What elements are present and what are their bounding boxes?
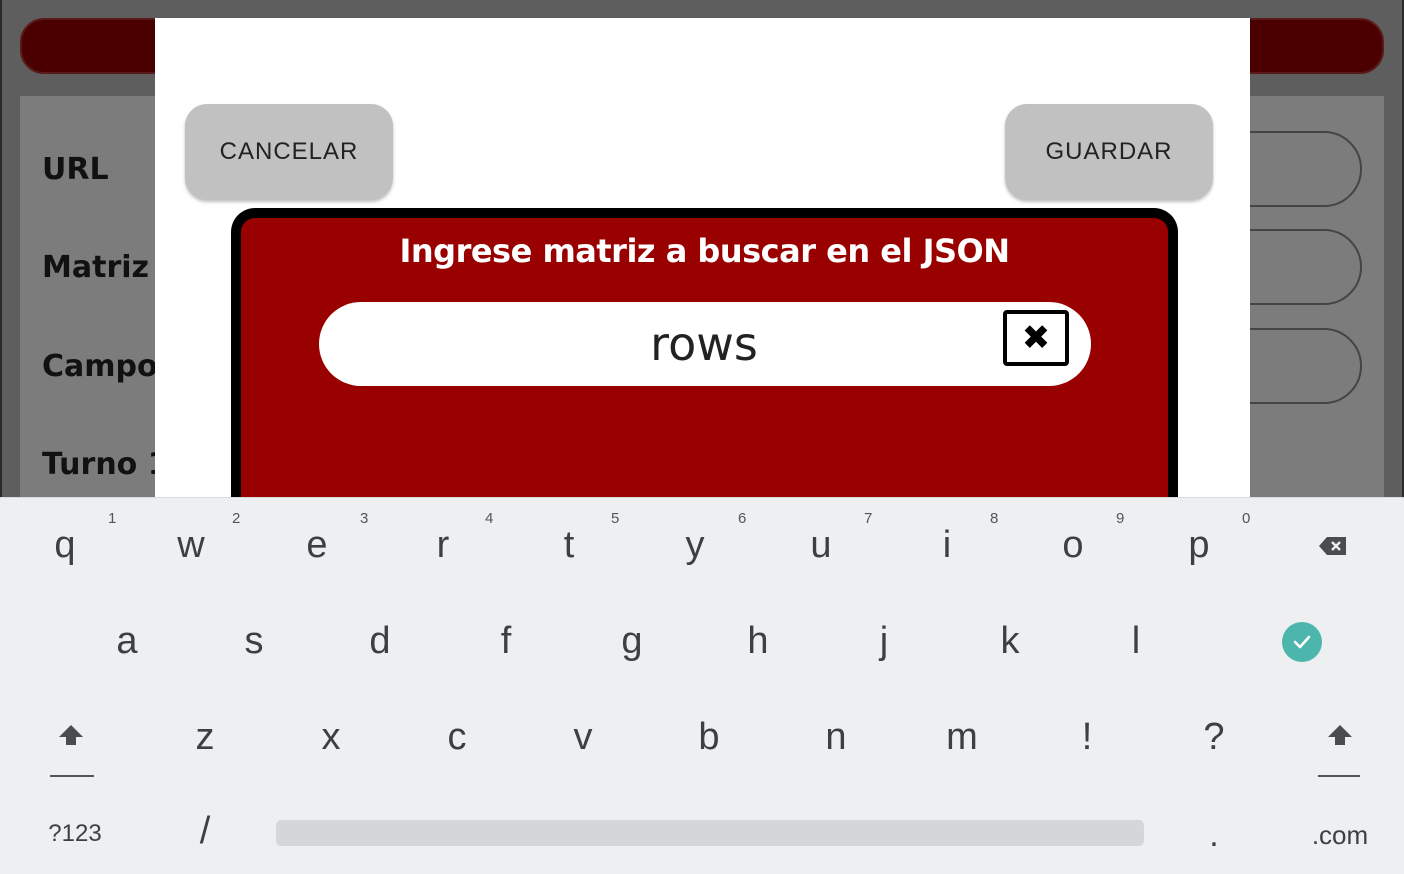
key-slash[interactable]: /	[185, 810, 225, 853]
clear-input-button[interactable]: ✖	[1003, 310, 1069, 366]
matrix-text-input[interactable]	[359, 308, 1049, 380]
shift-underline-right	[1318, 775, 1360, 777]
key-r[interactable]: r4	[418, 510, 494, 567]
key-a[interactable]: a	[102, 620, 152, 663]
key-g[interactable]: g	[607, 620, 657, 663]
key-l[interactable]: l	[1111, 620, 1161, 663]
shift-underline-left	[50, 775, 94, 777]
symbols-key[interactable]: ?123	[30, 820, 120, 848]
shift-1-label: Turno 1	[42, 447, 169, 482]
key-b[interactable]: b	[684, 716, 734, 759]
field-label: Campo	[42, 349, 158, 384]
close-icon: ✖	[1021, 318, 1051, 358]
space-bar[interactable]	[276, 820, 1144, 846]
key-h[interactable]: h	[733, 620, 783, 663]
key-c[interactable]: c	[432, 716, 482, 759]
key-j[interactable]: j	[859, 620, 909, 663]
key-p[interactable]: p0	[1174, 510, 1250, 567]
save-button[interactable]: GUARDAR	[1005, 104, 1213, 200]
done-check-icon	[1293, 635, 1311, 649]
shift-icon	[1328, 725, 1352, 745]
key-w[interactable]: w2	[166, 510, 240, 567]
shift-key-left[interactable]	[56, 724, 86, 750]
done-key[interactable]	[1282, 622, 1322, 662]
key-m[interactable]: m	[937, 716, 987, 759]
key-s[interactable]: s	[229, 620, 279, 663]
key-x[interactable]: x	[306, 716, 356, 759]
key-o[interactable]: o9	[1048, 510, 1124, 567]
json-matrix-prompt: Ingrese matriz a buscar en el JSON ✖	[231, 208, 1178, 508]
key-y[interactable]: y6	[670, 510, 747, 567]
key-i[interactable]: i8	[922, 510, 999, 567]
key-exclamation[interactable]: !	[1062, 716, 1112, 759]
key-t[interactable]: t5	[544, 510, 620, 567]
key-z[interactable]: z	[180, 716, 230, 759]
shift-icon	[59, 725, 83, 745]
matrix-text-field[interactable]: ✖	[319, 302, 1091, 386]
key-f[interactable]: f	[481, 620, 531, 663]
matrix-label: Matriz J	[42, 250, 171, 285]
screen: URL Matriz J Campo Turno 1 CANCELAR GUAR…	[0, 0, 1404, 874]
key-k[interactable]: k	[985, 620, 1035, 663]
shift-key-right[interactable]	[1325, 724, 1355, 750]
key-period[interactable]: .	[1196, 816, 1232, 855]
cancel-button[interactable]: CANCELAR	[185, 104, 393, 200]
prompt-title: Ingrese matriz a buscar en el JSON	[399, 232, 1010, 270]
key-d[interactable]: d	[355, 620, 405, 663]
soft-keyboard: q1 w2 e3 r4 t5 y6 u7 i8 o9 p0 a s d f g …	[0, 497, 1404, 874]
key-n[interactable]: n	[811, 716, 861, 759]
key-u[interactable]: u7	[796, 510, 872, 567]
url-label: URL	[42, 152, 109, 187]
key-question[interactable]: ?	[1189, 716, 1239, 759]
dotcom-key[interactable]: .com	[1302, 820, 1378, 851]
key-v[interactable]: v	[558, 716, 608, 759]
backspace-key[interactable]	[1316, 536, 1350, 558]
key-e[interactable]: e3	[292, 510, 368, 567]
backspace-icon	[1319, 537, 1346, 555]
key-q[interactable]: q1	[40, 510, 116, 567]
